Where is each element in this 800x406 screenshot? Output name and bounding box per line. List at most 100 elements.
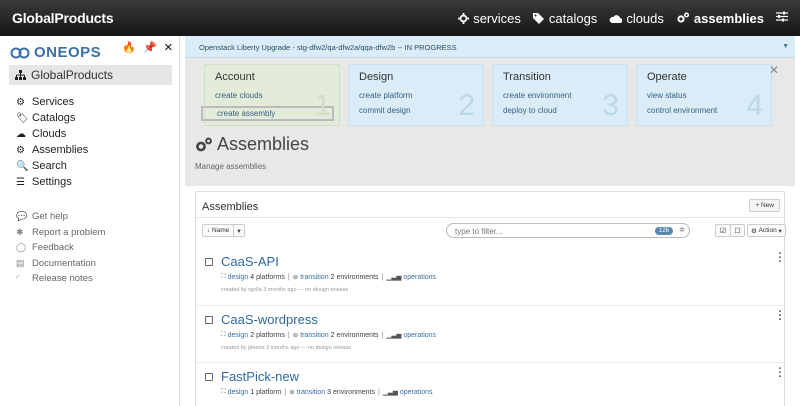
- transition-link[interactable]: transition: [297, 389, 325, 396]
- caret-down-icon[interactable]: ▼: [782, 43, 789, 50]
- separator: |: [378, 388, 380, 396]
- separator: |: [381, 273, 384, 281]
- help-label: Get help: [32, 211, 68, 223]
- more-options-icon[interactable]: · · ·: [778, 249, 782, 268]
- env-count: 2: [330, 331, 335, 339]
- sitemap-icon: ⛶: [221, 273, 226, 280]
- org-selector[interactable]: GlobalProducts: [9, 65, 172, 85]
- list-item: CaaS-API ⛶ design 4 platforms | ⊚ transition 2…: [196, 248, 784, 305]
- sort-button[interactable]: ↓ Name ▾: [202, 224, 245, 237]
- nav-clouds[interactable]: clouds: [609, 11, 664, 26]
- create-platform-link[interactable]: create platform: [359, 91, 473, 100]
- separator: |: [381, 331, 384, 339]
- page-title-text: Assemblies: [217, 134, 310, 154]
- nav-assemblies-label: assemblies: [693, 10, 764, 26]
- sliders-icon: ☰: [16, 176, 25, 188]
- control-environment-link[interactable]: control environment: [647, 106, 761, 115]
- deploy-to-cloud-link[interactable]: deploy to cloud: [503, 106, 617, 115]
- design-count: 2: [250, 331, 255, 339]
- step-operate: Operate view status control environment …: [636, 64, 772, 126]
- sliders-icon[interactable]: [776, 11, 788, 25]
- separator: |: [287, 273, 290, 281]
- assembly-list: CaaS-API ⛶ design 4 platforms | ⊚ transition 2…: [196, 248, 784, 406]
- cloud-icon: [609, 14, 623, 23]
- sidebar-item-clouds[interactable]: ☁ Clouds: [16, 126, 88, 142]
- close-icon[interactable]: ✕: [164, 41, 173, 54]
- filter-input[interactable]: [455, 226, 635, 236]
- sidebar-item-services[interactable]: ⚙ Services: [16, 94, 88, 110]
- item-checkbox[interactable]: [205, 373, 213, 381]
- design-link[interactable]: design: [228, 389, 249, 396]
- operations-link[interactable]: operations: [403, 274, 436, 281]
- step-title: Operate: [647, 71, 687, 83]
- oneops-logo[interactable]: ONEOPS: [10, 44, 101, 61]
- assembly-name-link[interactable]: CaaS-API: [221, 254, 279, 269]
- sidebar-item-label: Clouds: [32, 128, 67, 140]
- action-button[interactable]: ⚙ Action ▾: [747, 224, 786, 237]
- select-all-icon[interactable]: ☑: [716, 225, 730, 236]
- help-feedback[interactable]: ◯ Feedback: [16, 240, 105, 256]
- nav-catalogs[interactable]: catalogs: [532, 11, 597, 26]
- pin-icon[interactable]: 📌: [143, 41, 157, 54]
- more-options-icon[interactable]: · · ·: [778, 307, 782, 326]
- sidebar-item-search[interactable]: 🔍 Search: [16, 158, 88, 174]
- create-environment-link[interactable]: create environment: [503, 91, 617, 100]
- transition-icon: ⊚: [289, 389, 295, 396]
- commit-design-link[interactable]: commit design: [359, 106, 473, 115]
- env-count: 2: [330, 273, 335, 281]
- step-number: 1: [314, 89, 331, 122]
- gear-icon: ⚙: [751, 227, 757, 235]
- fire-icon[interactable]: 🔥: [122, 41, 136, 54]
- sidebar-item-catalogs[interactable]: 🏷 Catalogs: [16, 110, 88, 126]
- sitemap-icon: ⛶: [221, 388, 226, 395]
- new-assembly-button[interactable]: + New: [749, 199, 780, 212]
- help-label: Documentation: [32, 257, 96, 269]
- design-unit: platforms: [256, 331, 285, 339]
- list-item: CaaS-wordpress ⛶ design 2 platforms | ⊚ trans…: [196, 305, 784, 362]
- assembly-name-link[interactable]: CaaS-wordpress: [221, 312, 318, 327]
- help-documentation[interactable]: ▤ Documentation: [16, 256, 105, 272]
- design-link[interactable]: design: [228, 274, 249, 281]
- sidebar-item-label: Services: [32, 96, 75, 108]
- design-count: 1: [250, 388, 255, 396]
- design-count: 4: [250, 273, 255, 281]
- env-unit: environments: [336, 331, 379, 339]
- separator: |: [284, 388, 287, 396]
- more-options-icon[interactable]: · · ·: [778, 364, 782, 383]
- transition-link[interactable]: transition: [300, 274, 328, 281]
- clear-icon[interactable]: ✲: [679, 226, 685, 234]
- item-checkbox[interactable]: [205, 258, 213, 266]
- nav-services[interactable]: services: [458, 11, 521, 26]
- item-created: created by jdoemi 3 months ago — no desi…: [221, 345, 352, 351]
- help-report-problem[interactable]: ✱ Report a problem: [16, 225, 105, 241]
- sidebar-item-assemblies[interactable]: ⚙ Assemblies: [16, 142, 88, 158]
- cogs-icon: ⚙: [16, 144, 25, 156]
- create-clouds-link[interactable]: create clouds: [215, 91, 329, 100]
- sidebar-item-settings[interactable]: ☰ Settings: [16, 174, 88, 190]
- help-label: Feedback: [32, 242, 74, 254]
- item-checkbox[interactable]: [205, 316, 213, 324]
- view-status-link[interactable]: view status: [647, 91, 761, 100]
- cogs-icon: [677, 12, 689, 23]
- step-number: 4: [746, 89, 763, 122]
- design-link[interactable]: design: [228, 332, 249, 339]
- caret-down-icon: ▾: [233, 225, 243, 236]
- tags-icon: 🏷: [16, 112, 29, 124]
- help-release-notes[interactable]: ◜ Release notes: [16, 271, 105, 287]
- operations-link[interactable]: operations: [400, 389, 433, 396]
- assembly-name-link[interactable]: FastPick-new: [221, 369, 299, 384]
- transition-icon: ⊚: [292, 274, 299, 281]
- nav-assemblies[interactable]: assemblies: [676, 11, 764, 26]
- transition-link[interactable]: transition: [300, 332, 328, 339]
- close-icon[interactable]: ✕: [769, 63, 779, 77]
- operations-link[interactable]: operations: [403, 332, 436, 339]
- notice-text: Openstack Liberty Upgrade - stg-dfw2/qa-…: [199, 43, 457, 52]
- help-get-help[interactable]: 💬 Get help: [16, 209, 105, 225]
- select-buttons: ☑ ☐: [715, 224, 745, 237]
- brand-title[interactable]: GlobalProducts: [12, 10, 114, 26]
- cloud-icon: ☁: [16, 128, 26, 140]
- upgrade-notice[interactable]: Openstack Liberty Upgrade - stg-dfw2/qa-…: [185, 36, 795, 58]
- select-none-icon[interactable]: ☐: [730, 225, 744, 236]
- help-label: Report a problem: [32, 226, 106, 238]
- sidebar-item-label: Catalogs: [32, 112, 76, 124]
